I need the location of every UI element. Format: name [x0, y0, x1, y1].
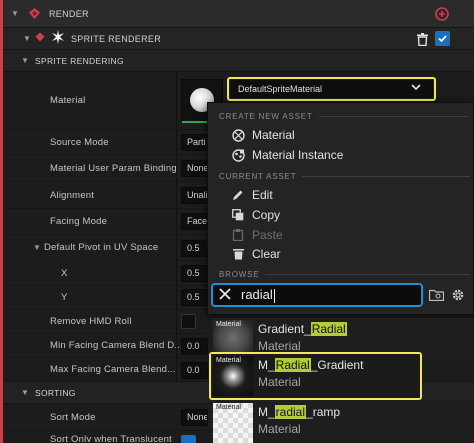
asset-name: M_Radial_Gradient [258, 358, 364, 372]
asset-result-row[interactable]: Material M_Radial_Gradient Material [211, 354, 420, 398]
trash-icon [231, 247, 245, 261]
asset-thumbnail: Material [213, 403, 253, 443]
sort-only-checkbox[interactable] [181, 435, 196, 443]
sorting-label: SORTING [35, 387, 76, 398]
remove-hmd-roll-checkbox[interactable] [181, 314, 196, 329]
renderer-diamond-icon [35, 32, 45, 45]
mat-user-param-dropdown[interactable]: None [181, 160, 208, 177]
copy-icon [231, 208, 245, 222]
asset-name: M_radial_ramp [258, 405, 341, 419]
material-sphere-icon [231, 128, 245, 142]
min-facing-input[interactable]: 0.0 [181, 338, 208, 355]
paste-item[interactable]: Paste [231, 228, 283, 242]
render-header[interactable]: ▼ RENDER [3, 0, 474, 28]
clear-search-icon[interactable] [219, 287, 237, 304]
pivot-x-input[interactable]: 0.5 [181, 265, 208, 282]
sort-mode-label: Sort Mode [50, 411, 96, 423]
default-pivot-label: Default Pivot in UV Space [44, 242, 159, 253]
current-asset-heading: CURRENT ASSET [219, 172, 471, 181]
asset-name: Gradient_Radial [258, 322, 347, 336]
source-mode-label: Source Mode [50, 136, 109, 148]
max-facing-input[interactable]: 0.0 [181, 362, 208, 379]
facing-mode-label: Facing Mode [50, 216, 108, 227]
source-mode-dropdown[interactable]: Parti [181, 134, 208, 151]
material-dropdown-value: DefaultSpriteMaterial [238, 84, 323, 94]
edit-item[interactable]: Edit [231, 188, 273, 202]
pivot-x-label: X [61, 267, 68, 279]
collapse-arrow-icon[interactable]: ▼ [33, 243, 43, 252]
browse-folder-icon[interactable] [428, 287, 444, 303]
mat-user-param-label: Material User Param Binding [50, 162, 177, 174]
create-material-item[interactable]: Material [231, 128, 295, 142]
min-facing-label: Min Facing Camera Blend D... [50, 340, 183, 351]
asset-type: Material [258, 422, 301, 436]
material-dropdown[interactable]: DefaultSpriteMaterial [230, 80, 433, 98]
collapse-arrow-icon[interactable]: ▼ [11, 9, 21, 18]
pivot-y-label: Y [61, 292, 68, 303]
search-text: radial [241, 287, 275, 303]
material-label: Material [50, 95, 86, 106]
browse-heading: BROWSE [219, 270, 471, 279]
asset-search-input[interactable]: radial [211, 283, 423, 307]
chevron-down-icon [411, 83, 421, 94]
pencil-icon [231, 188, 245, 202]
sprite-rendering-section[interactable]: ▼ SPRITE RENDERING [3, 50, 474, 72]
asset-type: Material [258, 375, 301, 389]
enabled-checkbox[interactable] [435, 31, 450, 46]
collapse-arrow-icon[interactable]: ▼ [21, 388, 31, 397]
column-splitter[interactable] [176, 72, 177, 382]
alignment-label: Alignment [50, 189, 95, 201]
remove-hmd-roll-label: Remove HMD Roll [50, 316, 132, 327]
trash-icon[interactable] [415, 31, 429, 47]
collapse-arrow-icon[interactable]: ▼ [23, 34, 33, 43]
sort-only-label: Sort Only when Translucent [50, 434, 172, 443]
render-header-label: RENDER [49, 8, 89, 19]
sprite-rendering-label: SPRITE RENDERING [35, 55, 124, 66]
asset-thumbnail: Material [213, 356, 253, 396]
sort-mode-dropdown[interactable]: None [181, 409, 208, 426]
add-renderer-icon[interactable] [435, 7, 449, 21]
pivot-y-input[interactable]: 0.5 [181, 289, 208, 306]
gear-icon[interactable] [449, 286, 466, 303]
copy-item[interactable]: Copy [231, 208, 280, 222]
create-new-asset-heading: CREATE NEW ASSET [219, 112, 469, 121]
create-material-instance-item[interactable]: Material Instance [231, 148, 343, 162]
max-facing-label: Max Facing Camera Blend... [50, 364, 176, 375]
sprite-renderer-header[interactable]: ▼ SPRITE RENDERER [3, 28, 474, 50]
default-pivot-input[interactable]: 0.5 [181, 240, 208, 257]
asset-type: Material [258, 339, 301, 353]
sprite-renderer-label: SPRITE RENDERER [71, 33, 162, 44]
sprite-icon [51, 30, 65, 47]
render-icon [27, 7, 41, 21]
material-instance-icon [231, 148, 245, 162]
facing-mode-dropdown[interactable]: Face [181, 213, 208, 230]
clipboard-icon [231, 228, 245, 242]
clear-item[interactable]: Clear [231, 247, 281, 261]
alignment-dropdown[interactable]: Unali [181, 187, 208, 204]
collapse-arrow-icon[interactable]: ▼ [21, 56, 31, 65]
asset-result-row[interactable]: Material M_radial_ramp Material [211, 401, 474, 443]
